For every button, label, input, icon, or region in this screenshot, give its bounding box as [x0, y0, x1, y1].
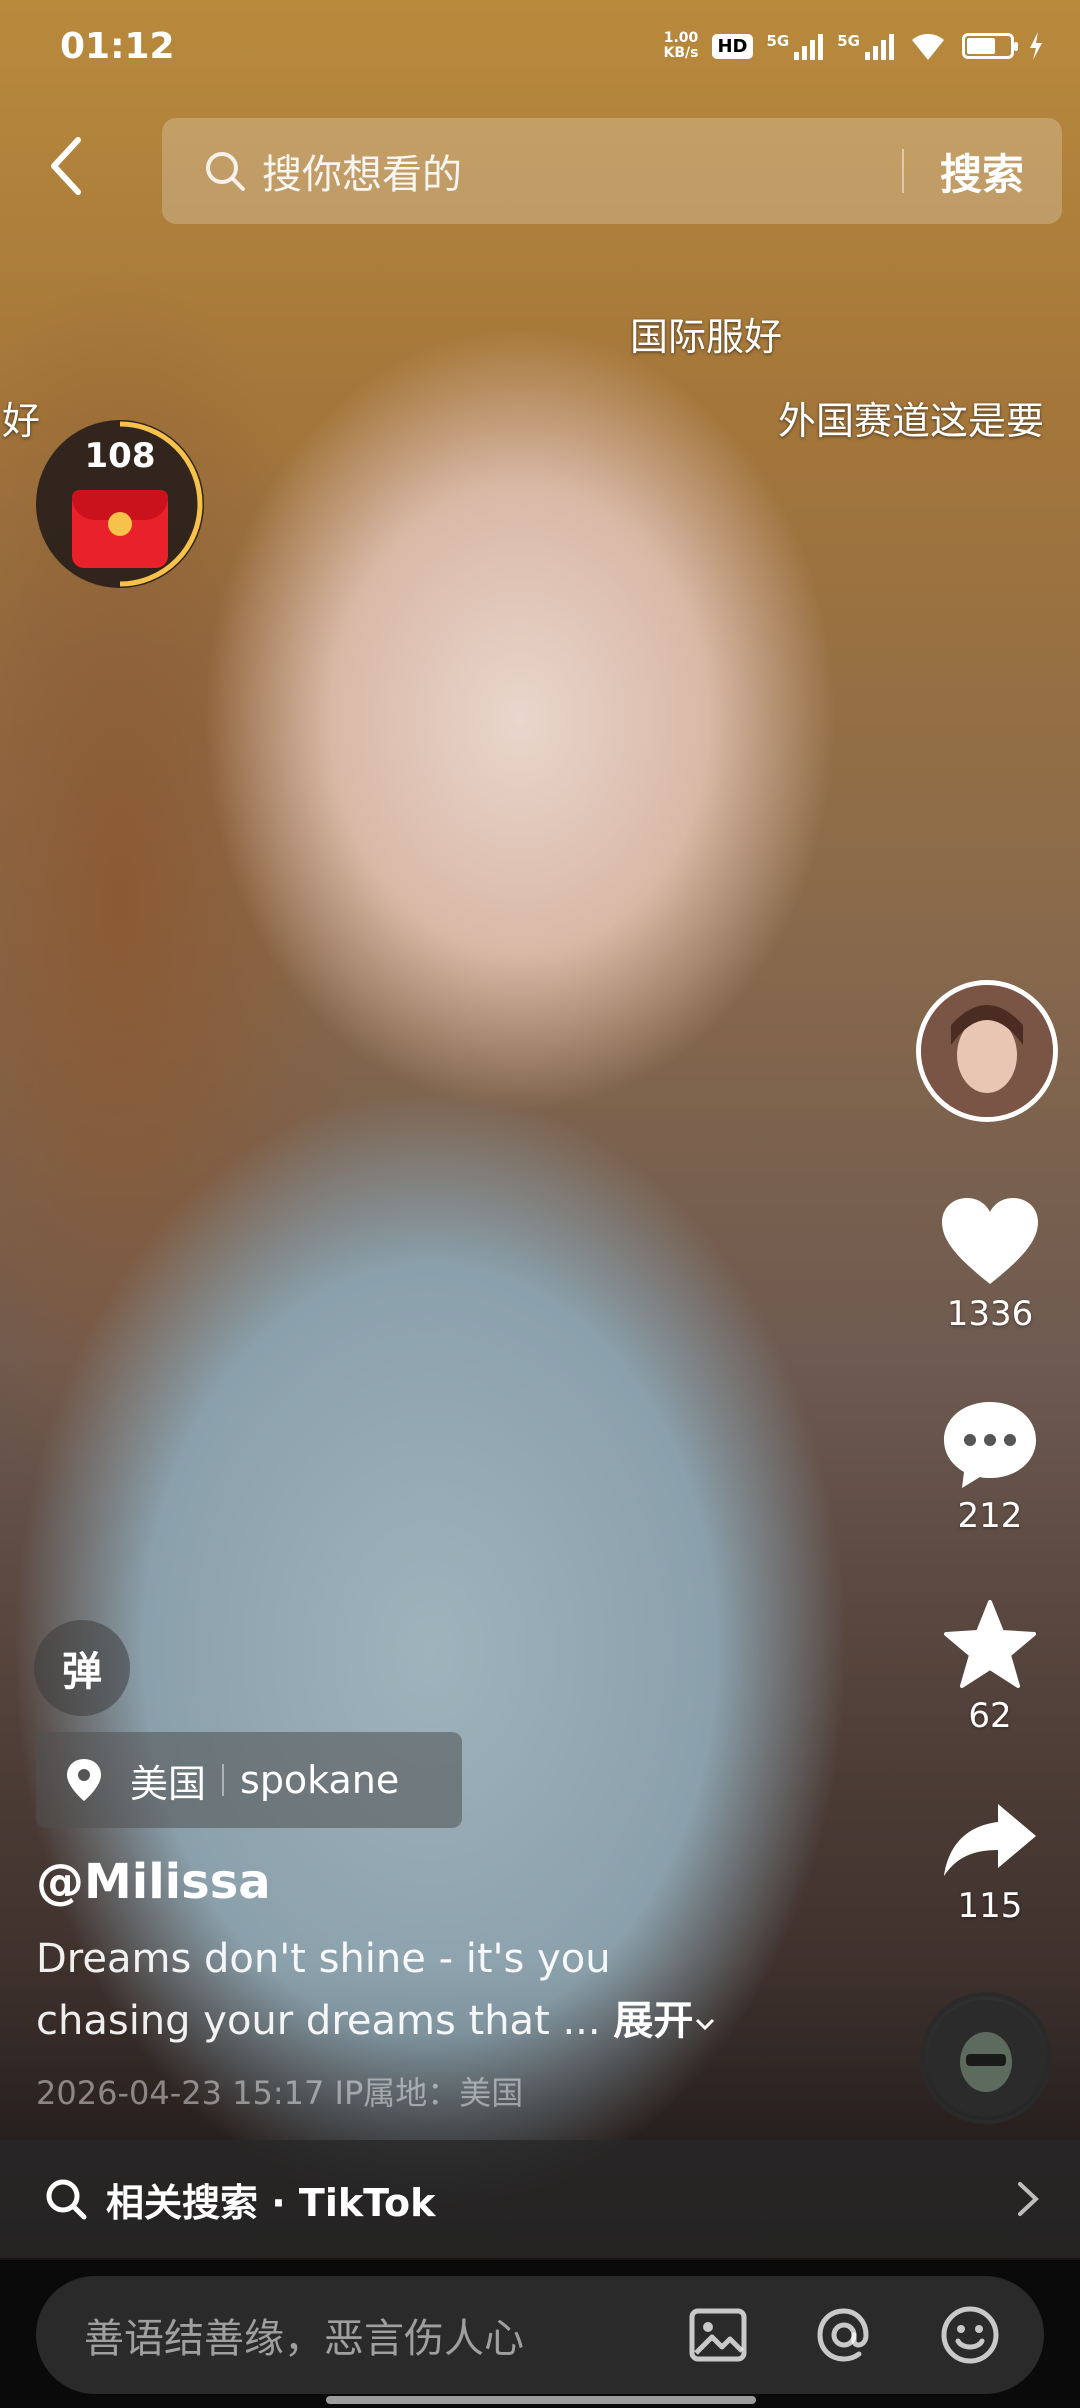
home-indicator[interactable] — [326, 2396, 756, 2404]
network-speed: 1.00 KB/s — [663, 30, 699, 61]
location-country: 美国 — [130, 1761, 207, 1806]
comment-count: 212 — [957, 1496, 1023, 1536]
status-bar: 01:12 1.00 KB/s HD 5G 5G — [0, 0, 1080, 96]
star-icon — [944, 1600, 1036, 1688]
chevron-left-icon — [51, 137, 81, 195]
chevron-down-icon — [696, 2018, 715, 2031]
related-search-label: 相关搜索 · TikTok — [106, 2180, 436, 2225]
signal-1-icon: 5G — [767, 32, 824, 60]
red-envelope-icon — [72, 490, 168, 568]
favorite-count: 62 — [968, 1696, 1012, 1736]
battery-icon — [962, 33, 1018, 59]
location-city: spokane — [240, 1758, 400, 1802]
danmaku-toggle-button[interactable]: 弹 — [34, 1620, 130, 1716]
search-input[interactable]: 搜你想看的 — [262, 142, 902, 200]
status-time: 01:12 — [60, 26, 175, 67]
music-cover-image — [928, 2000, 1044, 2116]
comment-bubble-icon — [944, 1402, 1036, 1488]
music-disc[interactable] — [920, 1992, 1052, 2124]
author-avatar[interactable] — [916, 980, 1058, 1122]
wifi-icon — [912, 33, 944, 60]
favorite-button[interactable]: 62 — [920, 1598, 1060, 1736]
red-packet-count: 108 — [84, 436, 156, 476]
comment-placeholder: 善语结善缘，恶言伤人心 — [84, 2316, 524, 2362]
hd-badge: HD — [712, 33, 753, 59]
mention-icon[interactable] — [812, 2303, 876, 2367]
search-icon — [46, 2179, 87, 2220]
status-icons: 1.00 KB/s HD 5G 5G — [664, 30, 1044, 62]
emoji-icon[interactable] — [938, 2303, 1002, 2367]
related-search-bar[interactable]: 相关搜索 · TikTok — [0, 2140, 1080, 2258]
share-button[interactable]: 115 — [920, 1800, 1060, 1926]
red-packet-button[interactable]: 108 — [36, 420, 204, 588]
danmaku-comment: 外国赛道这是要 — [778, 399, 1045, 443]
post-meta: 2026-04-23 15:17 IP属地：美国 — [36, 2074, 524, 2112]
expand-caption-button[interactable]: 展开 — [613, 1998, 717, 2044]
danmaku-comment: 国际服好 — [630, 315, 783, 359]
search-button[interactable]: 搜索 — [904, 141, 1062, 202]
bottom-comment-bar: 善语结善缘，恶言伤人心 — [0, 2260, 1080, 2408]
comment-button[interactable]: 212 — [920, 1398, 1060, 1536]
share-count: 115 — [957, 1886, 1023, 1926]
caption-text: Dreams don't shine - it's you chasing yo… — [36, 1936, 611, 2044]
comment-input[interactable]: 善语结善缘，恶言伤人心 — [36, 2276, 1044, 2394]
post-caption: Dreams don't shine - it's you chasing yo… — [36, 1928, 776, 2052]
danmaku-comment: 好 — [2, 399, 41, 443]
chevron-right-icon — [1018, 2182, 1039, 2216]
signal-2-icon: 5G — [837, 32, 894, 60]
share-arrow-icon — [944, 1804, 1036, 1876]
location-divider — [222, 1764, 225, 1796]
author-username[interactable]: @Milissa — [36, 1854, 271, 1910]
search-icon — [206, 152, 245, 191]
location-chip[interactable]: 美国 spokane — [36, 1732, 462, 1828]
back-button[interactable] — [46, 136, 106, 206]
like-count: 1336 — [946, 1294, 1034, 1334]
video-player[interactable] — [0, 0, 1080, 2260]
image-picker-icon[interactable] — [686, 2303, 750, 2367]
heart-icon — [942, 1198, 1038, 1284]
location-pin-icon — [67, 1759, 101, 1801]
search-bar[interactable]: 搜你想看的 搜索 — [162, 118, 1062, 224]
avatar-image — [921, 985, 1053, 1117]
danmaku-toggle-label: 弹 — [62, 1649, 102, 1695]
like-button[interactable]: 1336 — [920, 1196, 1060, 1334]
charging-icon — [1030, 32, 1042, 60]
